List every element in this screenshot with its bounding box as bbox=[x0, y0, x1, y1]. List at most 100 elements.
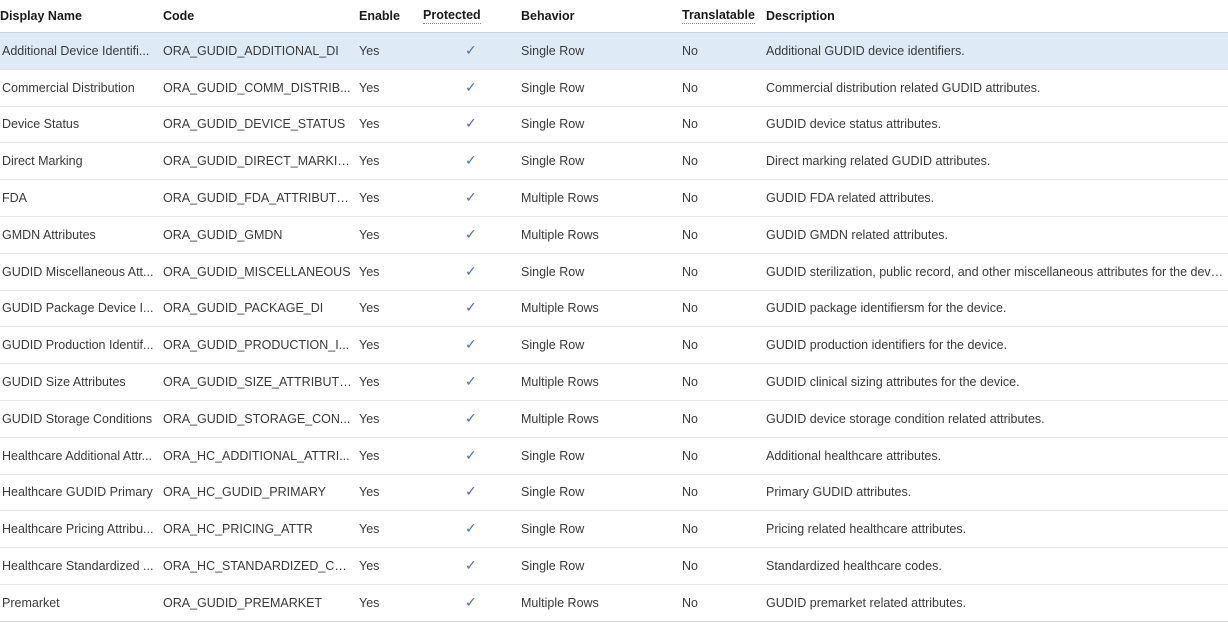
cell-protected: ✓ bbox=[423, 179, 521, 217]
column-header-display-name[interactable]: Display Name bbox=[0, 0, 163, 33]
cell-description-text: GUDID GMDN related attributes. bbox=[766, 227, 948, 242]
column-header-protected[interactable]: Protected bbox=[423, 0, 521, 33]
table-row[interactable]: GUDID Storage Conditions ORA_GUDID_STORAG… bbox=[0, 400, 1228, 438]
cell-code-text: ORA_HC_STANDARDIZED_CO... bbox=[163, 559, 353, 574]
cell-code-text: ORA_GUDID_SIZE_ATTRIBUTES bbox=[163, 375, 353, 390]
check-icon: ✓ bbox=[465, 594, 477, 611]
table-row[interactable]: GUDID Production Identif... ORA_GUDID_PRO… bbox=[0, 326, 1228, 365]
cell-behavior: Single Row bbox=[521, 106, 682, 144]
check-icon: ✓ bbox=[465, 116, 477, 133]
column-header-description-label: Description bbox=[766, 9, 835, 24]
cell-behavior-text: Multiple Rows bbox=[521, 595, 599, 610]
cell-code-text: ORA_GUDID_COMM_DISTRIB... bbox=[163, 80, 351, 95]
cell-enable: Yes bbox=[359, 547, 423, 585]
table-row[interactable]: GUDID Size Attributes ORA_GUDID_SIZE_ATTR… bbox=[0, 363, 1228, 401]
cell-code-text: ORA_GUDID_DIRECT_MARKING bbox=[163, 154, 353, 169]
cell-display-name: Healthcare Standardized ... bbox=[0, 547, 163, 585]
table-row[interactable]: Direct Marking ORA_GUDID_DIRECT_MARKING Ye… bbox=[0, 142, 1228, 181]
cell-behavior-text: Multiple Rows bbox=[521, 227, 599, 242]
cell-enable: Yes bbox=[359, 400, 423, 438]
cell-translatable: No bbox=[682, 32, 766, 70]
cell-display-name: GUDID Miscellaneous Att... bbox=[0, 253, 163, 291]
cell-code-text: ORA_GUDID_PRODUCTION_I... bbox=[163, 338, 350, 353]
cell-description-text: Standardized healthcare codes. bbox=[766, 559, 942, 574]
table-row[interactable]: GMDN Attributes ORA_GUDID_GMDN Yes ✓ Multipl… bbox=[0, 216, 1228, 254]
cell-code: ORA_GUDID_PREMARKET bbox=[163, 584, 359, 622]
column-header-code[interactable]: Code bbox=[163, 0, 359, 33]
cell-description: GUDID device status attributes. bbox=[766, 106, 1228, 144]
cell-display-name: GUDID Size Attributes bbox=[0, 363, 163, 401]
table-row[interactable]: Healthcare Pricing Attribu... ORA_HC_PRIC… bbox=[0, 510, 1228, 549]
cell-enable: Yes bbox=[359, 290, 423, 328]
table-row[interactable]: GUDID Miscellaneous Att... ORA_GUDID_MISC… bbox=[0, 253, 1228, 291]
column-header-translatable-label: Translatable bbox=[682, 8, 755, 24]
cell-behavior-text: Single Row bbox=[521, 117, 585, 132]
cell-enable: Yes bbox=[359, 510, 423, 549]
cell-enable-text: Yes bbox=[359, 264, 380, 279]
cell-behavior: Multiple Rows bbox=[521, 584, 682, 622]
protected-check-wrap: ✓ bbox=[423, 154, 521, 168]
column-header-translatable[interactable]: Translatable bbox=[682, 0, 766, 33]
check-icon: ✓ bbox=[465, 374, 477, 391]
column-header-enable[interactable]: Enable bbox=[359, 0, 423, 33]
cell-description-text: GUDID package identifiersm for the devic… bbox=[766, 301, 1007, 316]
cell-description: GUDID premarket related attributes. bbox=[766, 584, 1228, 622]
table-row[interactable]: GUDID Package Device I... ORA_GUDID_PACKA… bbox=[0, 290, 1228, 328]
cell-code-text: ORA_HC_GUDID_PRIMARY bbox=[163, 485, 327, 500]
cell-description: Standardized healthcare codes. bbox=[766, 547, 1228, 585]
cell-display-name: GUDID Storage Conditions bbox=[0, 400, 163, 438]
cell-code: ORA_HC_GUDID_PRIMARY bbox=[163, 474, 359, 512]
cell-description-text: GUDID sterilization, public record, and … bbox=[766, 264, 1224, 279]
cell-display-name-text: GUDID Miscellaneous Att... bbox=[2, 264, 154, 279]
protected-check-wrap: ✓ bbox=[423, 449, 521, 463]
cell-display-name: Device Status bbox=[0, 106, 163, 144]
cell-code: ORA_GUDID_GMDN bbox=[163, 216, 359, 254]
cell-description-text: Primary GUDID attributes. bbox=[766, 485, 912, 500]
cell-translatable-text: No bbox=[682, 117, 698, 132]
table-header-row: Display Name Code Enable Protected Behav… bbox=[0, 0, 1228, 33]
cell-enable-text: Yes bbox=[359, 301, 380, 316]
cell-behavior-text: Single Row bbox=[521, 338, 585, 353]
cell-protected: ✓ bbox=[423, 474, 521, 512]
table-row[interactable]: Commercial Distribution ORA_GUDID_COMM_DI… bbox=[0, 69, 1228, 107]
cell-protected: ✓ bbox=[423, 69, 521, 107]
cell-behavior: Single Row bbox=[521, 437, 682, 475]
cell-behavior: Multiple Rows bbox=[521, 363, 682, 401]
check-icon: ✓ bbox=[465, 410, 477, 427]
cell-enable-text: Yes bbox=[359, 411, 380, 426]
cell-behavior: Multiple Rows bbox=[521, 400, 682, 438]
cell-code-text: ORA_GUDID_PACKAGE_DI bbox=[163, 301, 324, 316]
cell-translatable-text: No bbox=[682, 80, 698, 95]
cell-translatable: No bbox=[682, 142, 766, 181]
protected-check-wrap: ✓ bbox=[423, 522, 521, 536]
cell-translatable: No bbox=[682, 179, 766, 217]
cell-display-name: GUDID Package Device I... bbox=[0, 290, 163, 328]
protected-check-wrap: ✓ bbox=[423, 81, 521, 95]
cell-code: ORA_GUDID_DEVICE_STATUS bbox=[163, 106, 359, 144]
cell-display-name-text: Premarket bbox=[2, 595, 60, 610]
cell-behavior: Single Row bbox=[521, 474, 682, 512]
table-row[interactable]: Healthcare Standardized ... ORA_HC_STANDA… bbox=[0, 547, 1228, 585]
cell-description: Pricing related healthcare attributes. bbox=[766, 510, 1228, 549]
cell-behavior-text: Single Row bbox=[521, 80, 585, 95]
cell-protected: ✓ bbox=[423, 547, 521, 585]
cell-protected: ✓ bbox=[423, 106, 521, 144]
table-row[interactable]: Healthcare Additional Attr... ORA_HC_ADDI… bbox=[0, 437, 1228, 475]
cell-behavior-text: Single Row bbox=[521, 264, 585, 279]
column-header-behavior[interactable]: Behavior bbox=[521, 0, 682, 33]
cell-code-text: ORA_HC_PRICING_ATTR bbox=[163, 522, 313, 537]
table-row[interactable]: FDA ORA_GUDID_FDA_ATTRIBUTES Yes ✓ Multiple … bbox=[0, 179, 1228, 217]
cell-description-text: GUDID device status attributes. bbox=[766, 117, 942, 132]
cell-enable-text: Yes bbox=[359, 191, 380, 206]
cell-display-name-text: Direct Marking bbox=[2, 154, 83, 169]
column-header-description[interactable]: Description bbox=[766, 0, 1228, 33]
table-row[interactable]: Healthcare GUDID Primary ORA_HC_GUDID_PRI… bbox=[0, 474, 1228, 512]
cell-display-name-text: Healthcare Pricing Attribu... bbox=[2, 522, 154, 537]
table-row[interactable]: Device Status ORA_GUDID_DEVICE_STATUS Yes ✓… bbox=[0, 106, 1228, 144]
cell-enable-text: Yes bbox=[359, 559, 380, 574]
table-row[interactable]: Premarket ORA_GUDID_PREMARKET Yes ✓ Multiple… bbox=[0, 584, 1228, 622]
cell-code: ORA_GUDID_DIRECT_MARKING bbox=[163, 142, 359, 181]
table-row[interactable]: Additional Device Identifi... ORA_GUDID_A… bbox=[0, 32, 1228, 70]
cell-enable-text: Yes bbox=[359, 338, 380, 353]
cell-behavior: Single Row bbox=[521, 69, 682, 107]
